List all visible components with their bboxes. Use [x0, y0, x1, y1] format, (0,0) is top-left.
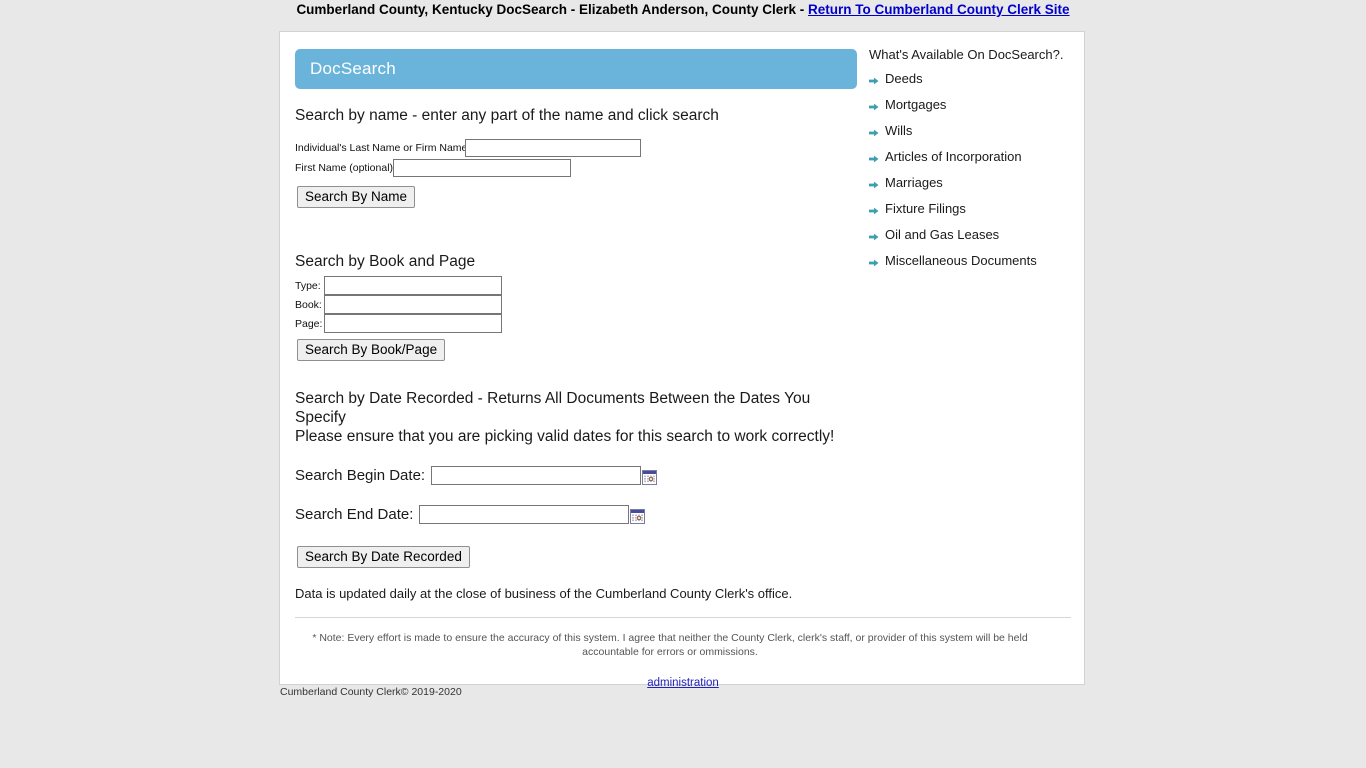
- book-page-search-heading: Search by Book and Page: [295, 253, 476, 270]
- date-search-heading: Search by Date Recorded - Returns All Do…: [295, 390, 811, 426]
- book-row: Book:: [295, 295, 875, 314]
- arrow-right-icon: [869, 74, 879, 85]
- list-item: Articles of Incorporation: [869, 149, 1074, 165]
- footer-copyright: Cumberland County Clerk© 2019-2020: [280, 686, 462, 698]
- list-item-label: Oil and Gas Leases: [885, 227, 1000, 242]
- list-item-label: Mortgages: [885, 97, 947, 112]
- last-name-input[interactable]: [465, 139, 641, 157]
- list-item-label: Wills: [885, 123, 913, 138]
- begin-date-input[interactable]: [431, 466, 642, 485]
- administration-link[interactable]: administration: [647, 677, 719, 689]
- arrow-right-icon: [869, 178, 879, 189]
- first-name-row: First Name (optional): [295, 159, 875, 177]
- list-item: Deeds: [869, 71, 1074, 87]
- list-item-label: Miscellaneous Documents: [885, 253, 1037, 268]
- arrow-right-icon: [869, 126, 879, 137]
- available-documents-list: Deeds Mortgages Wills Articles of Incorp…: [869, 71, 1074, 269]
- book-label: Book:: [295, 298, 322, 311]
- last-name-row: Individual's Last Name or Firm Name: [295, 139, 875, 157]
- search-by-book-page-button[interactable]: Search By Book/Page: [297, 339, 446, 361]
- list-item: Oil and Gas Leases: [869, 227, 1074, 243]
- arrow-right-icon: [869, 256, 879, 267]
- data-update-note: Data is updated daily at the close of bu…: [295, 586, 793, 601]
- date-search-form: Search by Date Recorded - Returns All Do…: [295, 389, 875, 568]
- page-header-title: Cumberland County, Kentucky DocSearch - …: [0, 0, 1366, 19]
- last-name-label: Individual's Last Name or Firm Name: [295, 142, 468, 154]
- calendar-icon[interactable]: [642, 470, 658, 485]
- end-date-input[interactable]: [419, 505, 630, 524]
- arrow-right-icon: [869, 152, 879, 163]
- available-documents-panel: What's Available On DocSearch?. Deeds Mo…: [869, 47, 1074, 279]
- search-forms-column: DocSearch Search by name - enter any par…: [295, 49, 1071, 691]
- return-to-clerk-site-link[interactable]: Return To Cumberland County Clerk Site: [808, 2, 1070, 17]
- begin-date-row: Search Begin Date:: [295, 466, 875, 485]
- type-label: Type:: [295, 279, 321, 292]
- end-date-row: Search End Date:: [295, 505, 875, 524]
- list-item-label: Articles of Incorporation: [885, 149, 1022, 164]
- list-item: Marriages: [869, 175, 1074, 191]
- search-by-date-recorded-button[interactable]: Search By Date Recorded: [297, 546, 470, 568]
- list-item: Wills: [869, 123, 1074, 139]
- book-page-search-form: Type: Book: Page: Search By Book/Page: [295, 276, 875, 361]
- search-by-name-button[interactable]: Search By Name: [297, 186, 416, 208]
- page-input[interactable]: [324, 314, 502, 333]
- list-item-label: Fixture Filings: [885, 201, 966, 216]
- end-date-label: Search End Date:: [295, 506, 414, 523]
- page-row: Page:: [295, 314, 875, 333]
- disclaimer-note: * Note: Every effort is made to ensure t…: [312, 632, 1028, 658]
- date-search-subheading: Please ensure that you are picking valid…: [295, 428, 835, 445]
- list-item: Fixture Filings: [869, 201, 1074, 217]
- first-name-label: First Name (optional): [295, 162, 394, 174]
- main-content-card: DocSearch Search by name - enter any par…: [279, 31, 1085, 689]
- first-name-input[interactable]: [393, 159, 571, 177]
- begin-date-label: Search Begin Date:: [295, 467, 426, 484]
- book-input[interactable]: [324, 295, 502, 314]
- list-item-label: Deeds: [885, 71, 923, 86]
- arrow-right-icon: [869, 204, 879, 215]
- page-title-text: Cumberland County, Kentucky DocSearch - …: [296, 2, 809, 17]
- list-item-label: Marriages: [885, 175, 943, 190]
- page-label: Page:: [295, 317, 323, 330]
- arrow-right-icon: [869, 230, 879, 241]
- calendar-icon[interactable]: [630, 509, 646, 524]
- type-row: Type:: [295, 276, 875, 295]
- type-input[interactable]: [324, 276, 502, 295]
- available-panel-title: What's Available On DocSearch?.: [869, 47, 1064, 62]
- name-search-heading: Search by name - enter any part of the n…: [295, 107, 719, 124]
- arrow-right-icon: [869, 100, 879, 111]
- list-item: Mortgages: [869, 97, 1074, 113]
- footer-divider: [295, 617, 1071, 618]
- name-search-form: Individual's Last Name or Firm Name Firs…: [295, 139, 875, 208]
- list-item: Miscellaneous Documents: [869, 253, 1074, 269]
- docsearch-banner: DocSearch: [295, 49, 857, 89]
